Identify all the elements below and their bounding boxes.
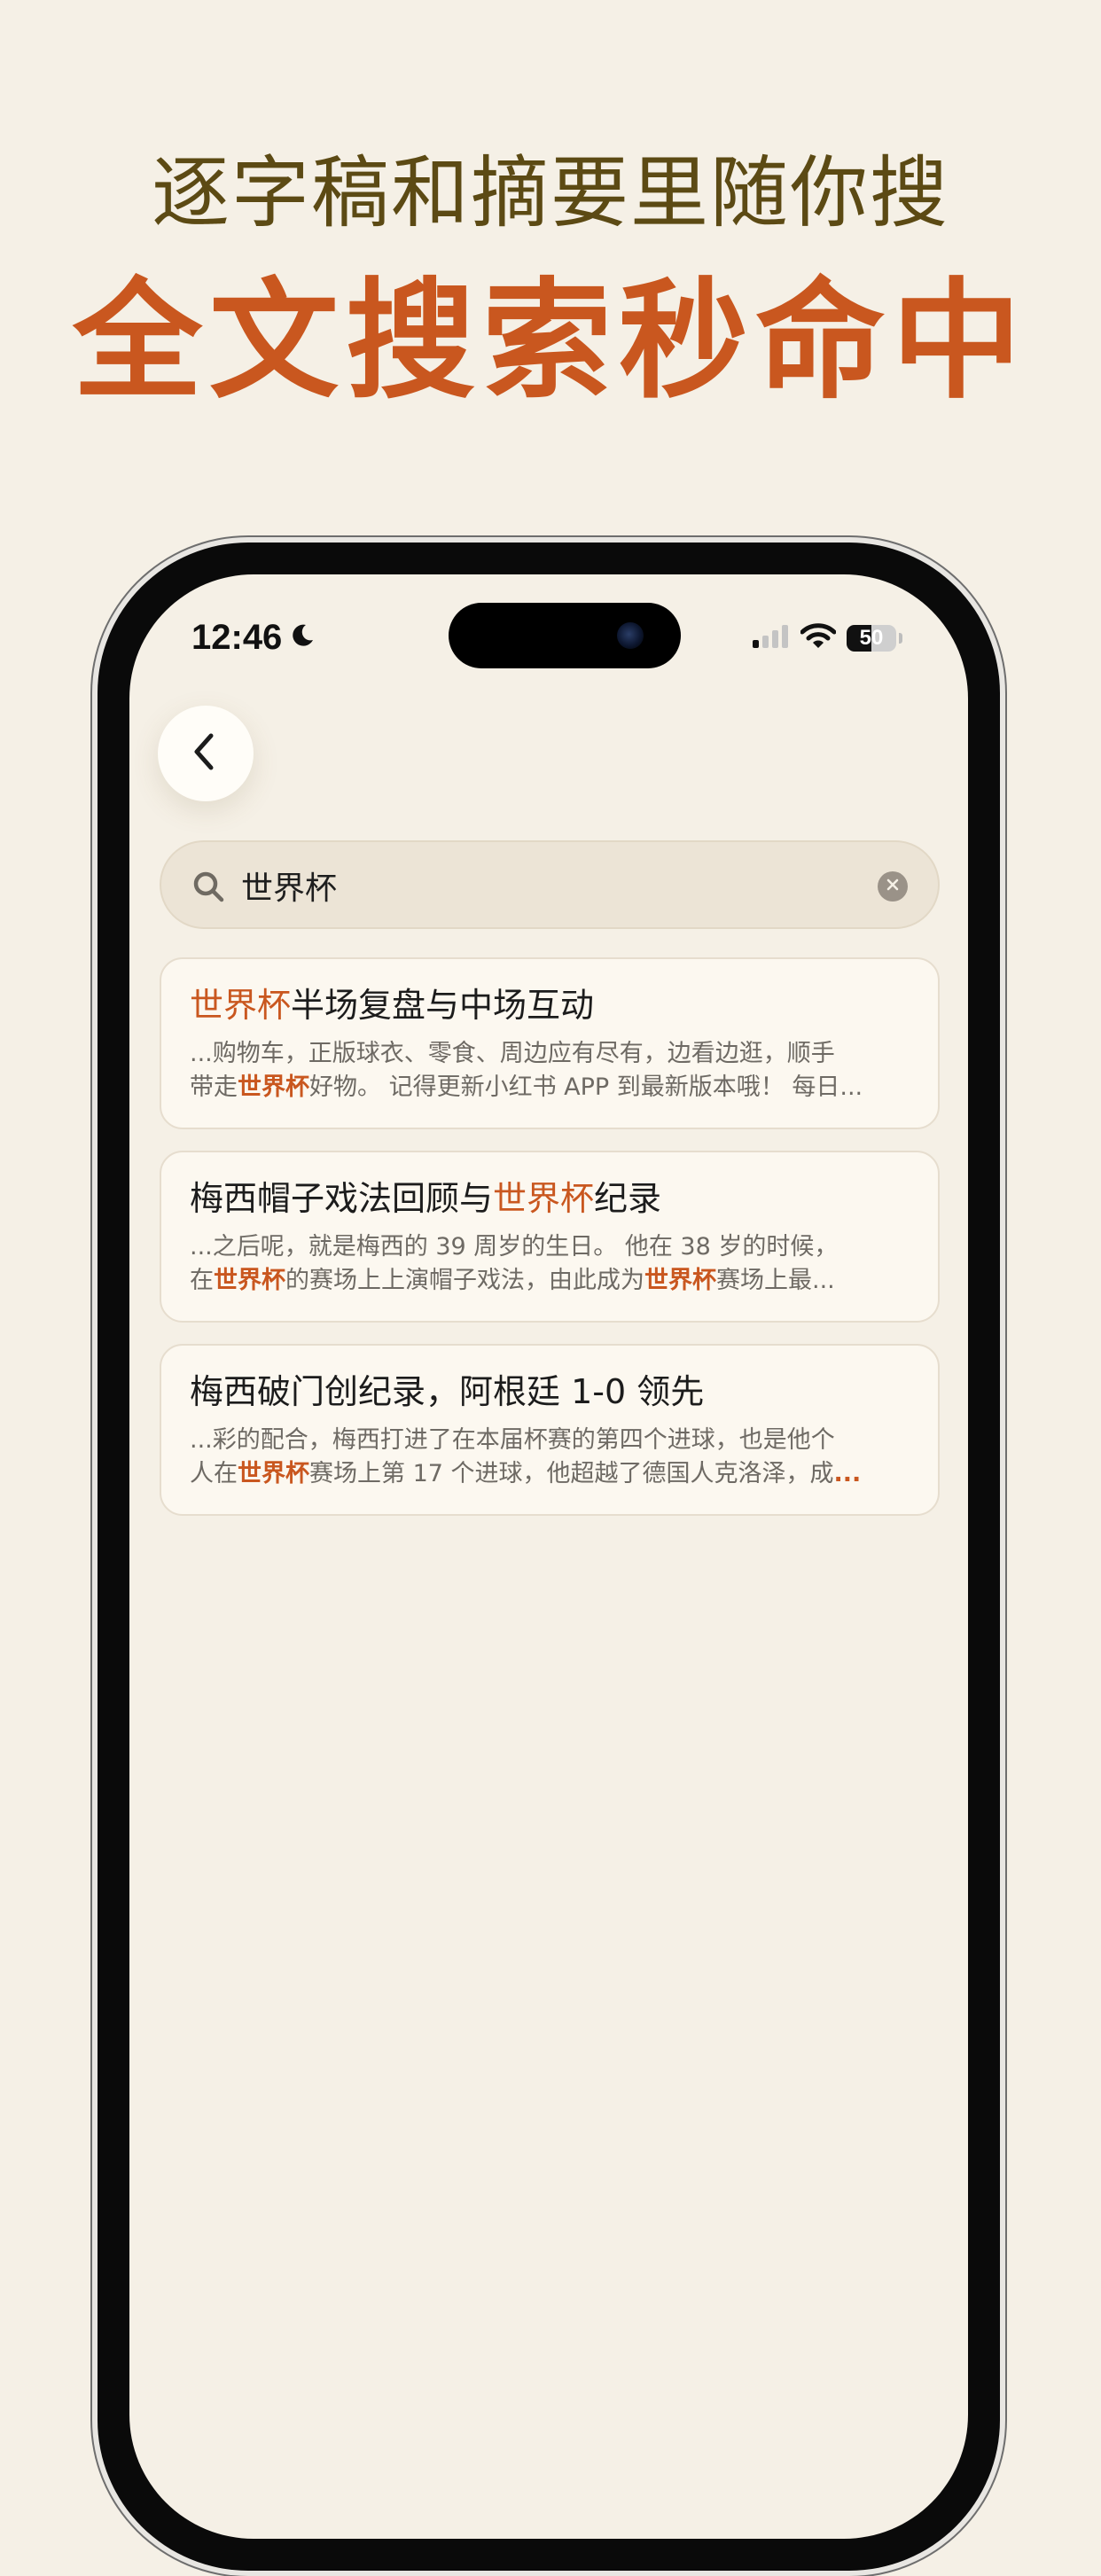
phone-screen: 12:46 50 世界杯 世界杯半场复盘与中场互动 ...购物车，正版球衣、零食… [129, 574, 968, 2539]
status-icons: 50 [751, 619, 902, 658]
search-results-list: 世界杯半场复盘与中场互动 ...购物车，正版球衣、零食、周边应有尽有，边看边逛，… [160, 957, 940, 1537]
signal-icon [751, 624, 790, 652]
clear-search-button[interactable] [878, 871, 908, 902]
snippet-text: ...彩的配合，梅西打进了在本届杯赛的第四个进球，也是他个 [190, 1426, 835, 1454]
search-bar[interactable] [160, 840, 940, 929]
result-title: 世界杯半场复盘与中场互动 [190, 982, 911, 1028]
snippet-text: 在 [190, 1267, 214, 1294]
snippet-line: ...购物车，正版球衣、零食、周边应有尽有，边看边逛，顺手 [190, 1037, 911, 1071]
search-icon [191, 870, 225, 903]
snippet-text: 的赛场上上演帽子戏法，由此成为 [285, 1267, 644, 1294]
search-result-card[interactable]: 梅西帽子戏法回顾与世界杯纪录 ...之后呢，就是梅西的 39 周岁的生日。 他在… [160, 1151, 940, 1323]
phone-bezel: 12:46 50 世界杯 世界杯半场复盘与中场互动 ...购物车，正版球衣、零食… [98, 543, 1000, 2571]
title-text: 半场复盘与中场互动 [291, 986, 595, 1025]
result-snippet: ...彩的配合，梅西打进了在本届杯赛的第四个进球，也是他个 人在世界杯赛场上第 … [190, 1424, 911, 1491]
snippet-line: 在世界杯的赛场上上演帽子戏法，由此成为世界杯赛场上最... [190, 1264, 911, 1298]
search-result-card[interactable]: 梅西破门创纪录，阿根廷 1-0 领先 ...彩的配合，梅西打进了在本届杯赛的第四… [160, 1344, 940, 1516]
promo-headline: 全文搜索秒命中 [73, 266, 1028, 417]
battery-icon: 50 [847, 625, 896, 652]
status-time: 12:46 [191, 615, 316, 660]
title-match: 世界杯 [190, 986, 292, 1025]
clear-icon [886, 878, 900, 895]
snippet-match: 世界杯 [238, 1460, 309, 1487]
moon-icon [289, 622, 316, 652]
title-match: 世界杯 [493, 1179, 595, 1218]
back-button[interactable] [158, 706, 254, 801]
snippet-text: 好物。 记得更新小红书 APP 到最新版本哦！ 每日... [309, 1073, 863, 1101]
snippet-match: 世界杯 [214, 1267, 285, 1294]
title-text: 梅西破门创纪录，阿根廷 1-0 领先 [190, 1372, 705, 1411]
promo-subtitle: 逐字稿和摘要里随你搜 [151, 147, 949, 238]
result-snippet: ...购物车，正版球衣、零食、周边应有尽有，边看边逛，顺手 带走世界杯好物。 记… [190, 1037, 911, 1105]
snippet-text: ...购物车，正版球衣、零食、周边应有尽有，边看边逛，顺手 [190, 1040, 835, 1067]
snippet-line: ...之后呢，就是梅西的 39 周岁的生日。 他在 38 岁的时候， [190, 1230, 911, 1264]
title-text: 梅西帽子戏法回顾与 [190, 1179, 494, 1218]
battery-level-text: 50 [859, 626, 884, 650]
snippet-line: ...彩的配合，梅西打进了在本届杯赛的第四个进球，也是他个 [190, 1424, 911, 1457]
snippet-match: 世界杯 [238, 1073, 309, 1101]
snippet-text: 赛场上最... [716, 1267, 835, 1294]
result-title: 梅西破门创纪录，阿根廷 1-0 领先 [190, 1369, 911, 1415]
search-input[interactable] [241, 862, 844, 909]
front-camera [617, 622, 644, 649]
snippet-text: 人在 [190, 1460, 238, 1487]
status-time-text: 12:46 [191, 617, 283, 657]
snippet-line: 人在世界杯赛场上第 17 个进球，他超越了德国人克洛泽，成... [190, 1457, 911, 1491]
snippet-line: 带走世界杯好物。 记得更新小红书 APP 到最新版本哦！ 每日... [190, 1071, 911, 1105]
wifi-icon [800, 623, 837, 653]
snippet-text: 带走 [190, 1073, 238, 1101]
back-chevron-icon [188, 730, 223, 777]
title-text: 纪录 [594, 1179, 662, 1218]
snippet-ellipsis: ... [833, 1460, 862, 1487]
snippet-text: 赛场上第 17 个进球，他超越了德国人克洛泽，成 [309, 1460, 834, 1487]
phone-frame: 12:46 50 世界杯 世界杯半场复盘与中场互动 ...购物车，正版球衣、零食… [92, 537, 1005, 2576]
snippet-match: 世界杯 [644, 1267, 716, 1294]
snippet-text: ...之后呢，就是梅西的 39 周岁的生日。 他在 38 岁的时候， [190, 1233, 839, 1261]
search-result-card[interactable]: 世界杯半场复盘与中场互动 ...购物车，正版球衣、零食、周边应有尽有，边看边逛，… [160, 957, 940, 1129]
dynamic-island [449, 603, 681, 668]
result-snippet: ...之后呢，就是梅西的 39 周岁的生日。 他在 38 岁的时候， 在世界杯的… [190, 1230, 911, 1298]
battery-cap [899, 633, 902, 644]
result-title: 梅西帽子戏法回顾与世界杯纪录 [190, 1175, 911, 1222]
